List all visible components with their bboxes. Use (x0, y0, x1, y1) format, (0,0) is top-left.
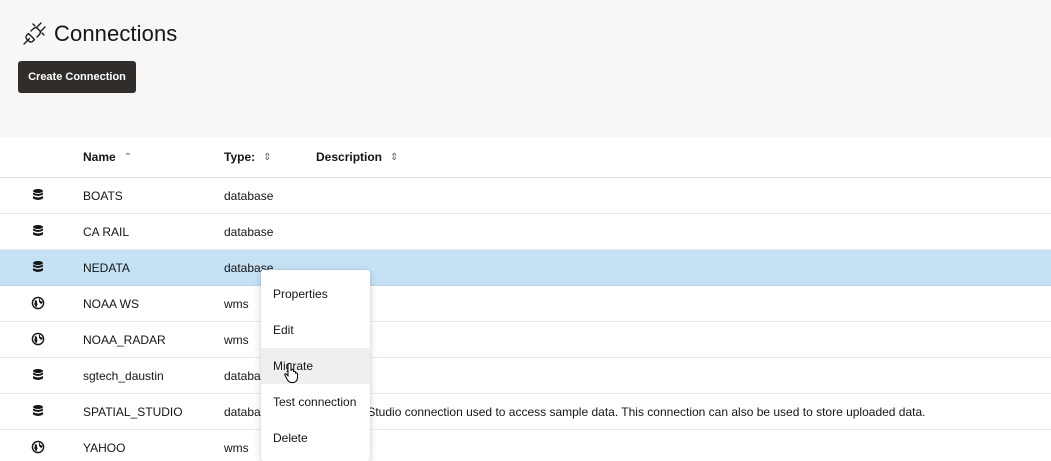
connection-type: wms (224, 440, 249, 455)
table-row[interactable]: SPATIAL_STUDIO databa atial Studio connect… (0, 394, 1051, 430)
menu-item-properties[interactable]: Properties (261, 276, 370, 312)
table-body: BOATS database CA RAIL database NEDATA databa… (0, 178, 1051, 461)
connection-name: YAHOO (83, 440, 126, 455)
table-row[interactable]: NOAA WS wms (0, 286, 1051, 322)
column-header-label: Description (316, 150, 383, 164)
connection-name: NOAA WS (83, 296, 140, 311)
menu-item-edit[interactable]: Edit (261, 312, 370, 348)
create-connection-button[interactable]: Create Connection (18, 61, 136, 93)
database-icon (31, 404, 45, 418)
connection-name: SPATIAL_STUDIO (83, 404, 183, 419)
context-menu: Properties Edit Migrate Test connection … (261, 270, 370, 461)
column-header-type[interactable]: Type: ⇕ (224, 137, 272, 177)
table-row[interactable]: YAHOO wms (0, 430, 1051, 461)
connections-table: Name ⌃ Type: ⇕ Description ⇕ BOATS databa… (0, 137, 1051, 461)
globe-icon (31, 296, 45, 310)
database-icon (31, 260, 45, 274)
connection-name: CA RAIL (83, 224, 130, 239)
connection-name: sgtech_daustin (83, 368, 164, 383)
page-header: Connections Create Connection (0, 0, 1051, 137)
title-row: Connections (22, 18, 177, 50)
sort-unsorted-icon: ⇕ (263, 151, 272, 163)
database-icon (31, 188, 45, 202)
table-header: Name ⌃ Type: ⇕ Description ⇕ (0, 137, 1051, 178)
table-row[interactable]: NOAA_RADAR wms (0, 322, 1051, 358)
column-header-label: Type: (224, 150, 256, 164)
globe-icon (31, 332, 45, 346)
connection-description: atial Studio connection used to access s… (342, 404, 926, 419)
connection-type: wms (224, 332, 249, 347)
globe-icon (31, 440, 45, 454)
database-icon (31, 368, 45, 382)
connection-name: NEDATA (83, 260, 130, 275)
menu-item-delete[interactable]: Delete (261, 420, 370, 456)
column-header-label: Name (83, 150, 116, 164)
column-header-description[interactable]: Description ⇕ (316, 137, 398, 177)
connection-type: database (224, 224, 274, 239)
sort-ascending-icon: ⌃ (123, 151, 133, 163)
plug-icon (23, 22, 46, 45)
table-row[interactable]: sgtech_daustin databa (0, 358, 1051, 394)
table-row[interactable]: NEDATA database (0, 250, 1051, 286)
page-title: Connections (54, 21, 178, 46)
menu-item-test-connection[interactable]: Test connection (261, 384, 370, 420)
connection-name: NOAA_RADAR (83, 332, 166, 347)
table-row[interactable]: BOATS database (0, 178, 1051, 214)
connection-type: wms (224, 296, 249, 311)
column-header-name[interactable]: Name ⌃ (83, 137, 132, 177)
sort-unsorted-icon: ⇕ (390, 151, 399, 163)
connection-type: databa (224, 404, 261, 419)
connection-type: database (224, 188, 274, 203)
connection-type: databa (224, 368, 261, 383)
connection-name: BOATS (83, 188, 123, 203)
table-row[interactable]: CA RAIL database (0, 214, 1051, 250)
menu-item-migrate[interactable]: Migrate (261, 348, 370, 384)
hand-cursor-icon (284, 362, 298, 383)
connections-page: Connections Create Connection Name ⌃ Typ… (0, 0, 1051, 461)
database-icon (31, 224, 45, 238)
